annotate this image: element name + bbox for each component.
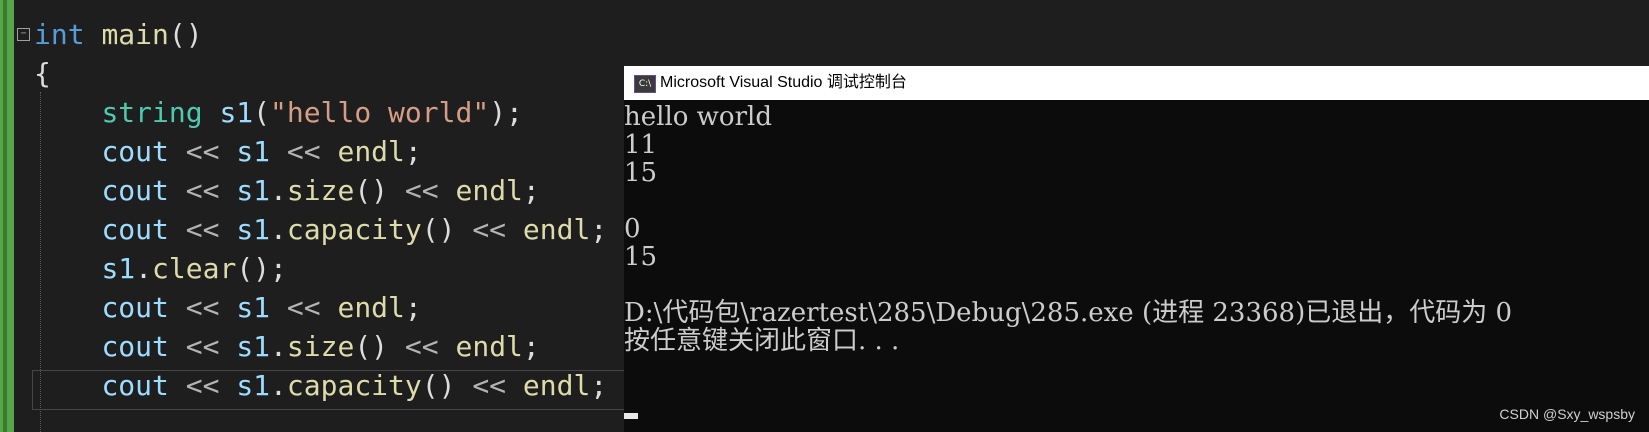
watermark: CSDN @Sxy_wspsby: [1499, 406, 1635, 422]
code-line-10: cout << s1.capacity() << endl;: [101, 369, 608, 402]
code-line-3: string s1("hello world");: [101, 96, 523, 129]
console-cursor: [624, 413, 638, 419]
output-line-9: 按任意键关闭此窗口. . .: [624, 326, 900, 356]
code-line-1: int main(): [34, 18, 203, 51]
console-output: hello world 11 15 0 15 D:\代码包\razertest\…: [624, 100, 1649, 432]
code-line-5: cout << s1.size() << endl;: [101, 174, 540, 207]
console-app-icon: C:\: [634, 75, 656, 93]
output-line-5: 0: [624, 214, 641, 244]
output-line-1: hello world: [624, 102, 772, 132]
output-line-6: 15: [624, 242, 658, 272]
output-line-3: 15: [624, 158, 658, 188]
console-title: Microsoft Visual Studio 调试控制台: [660, 74, 907, 91]
code-line-6: cout << s1.capacity() << endl;: [101, 213, 608, 246]
debug-console-window[interactable]: C:\ Microsoft Visual Studio 调试控制台 hello …: [624, 66, 1649, 432]
output-line-2: 11: [624, 130, 658, 160]
output-line-8: D:\代码包\razertest\285\Debug\285.exe (进程 2…: [624, 298, 1513, 328]
code-line-2: {: [34, 57, 51, 90]
console-titlebar[interactable]: C:\ Microsoft Visual Studio 调试控制台: [624, 66, 1649, 100]
code-line-7: s1.clear();: [101, 252, 287, 285]
code-line-9: cout << s1.size() << endl;: [101, 330, 540, 363]
collapse-toggle-icon[interactable]: −: [17, 28, 30, 41]
code-line-8: cout << s1 << endl;: [101, 291, 422, 324]
code-line-4: cout << s1 << endl;: [101, 135, 422, 168]
change-tracking-bar: [0, 0, 14, 432]
